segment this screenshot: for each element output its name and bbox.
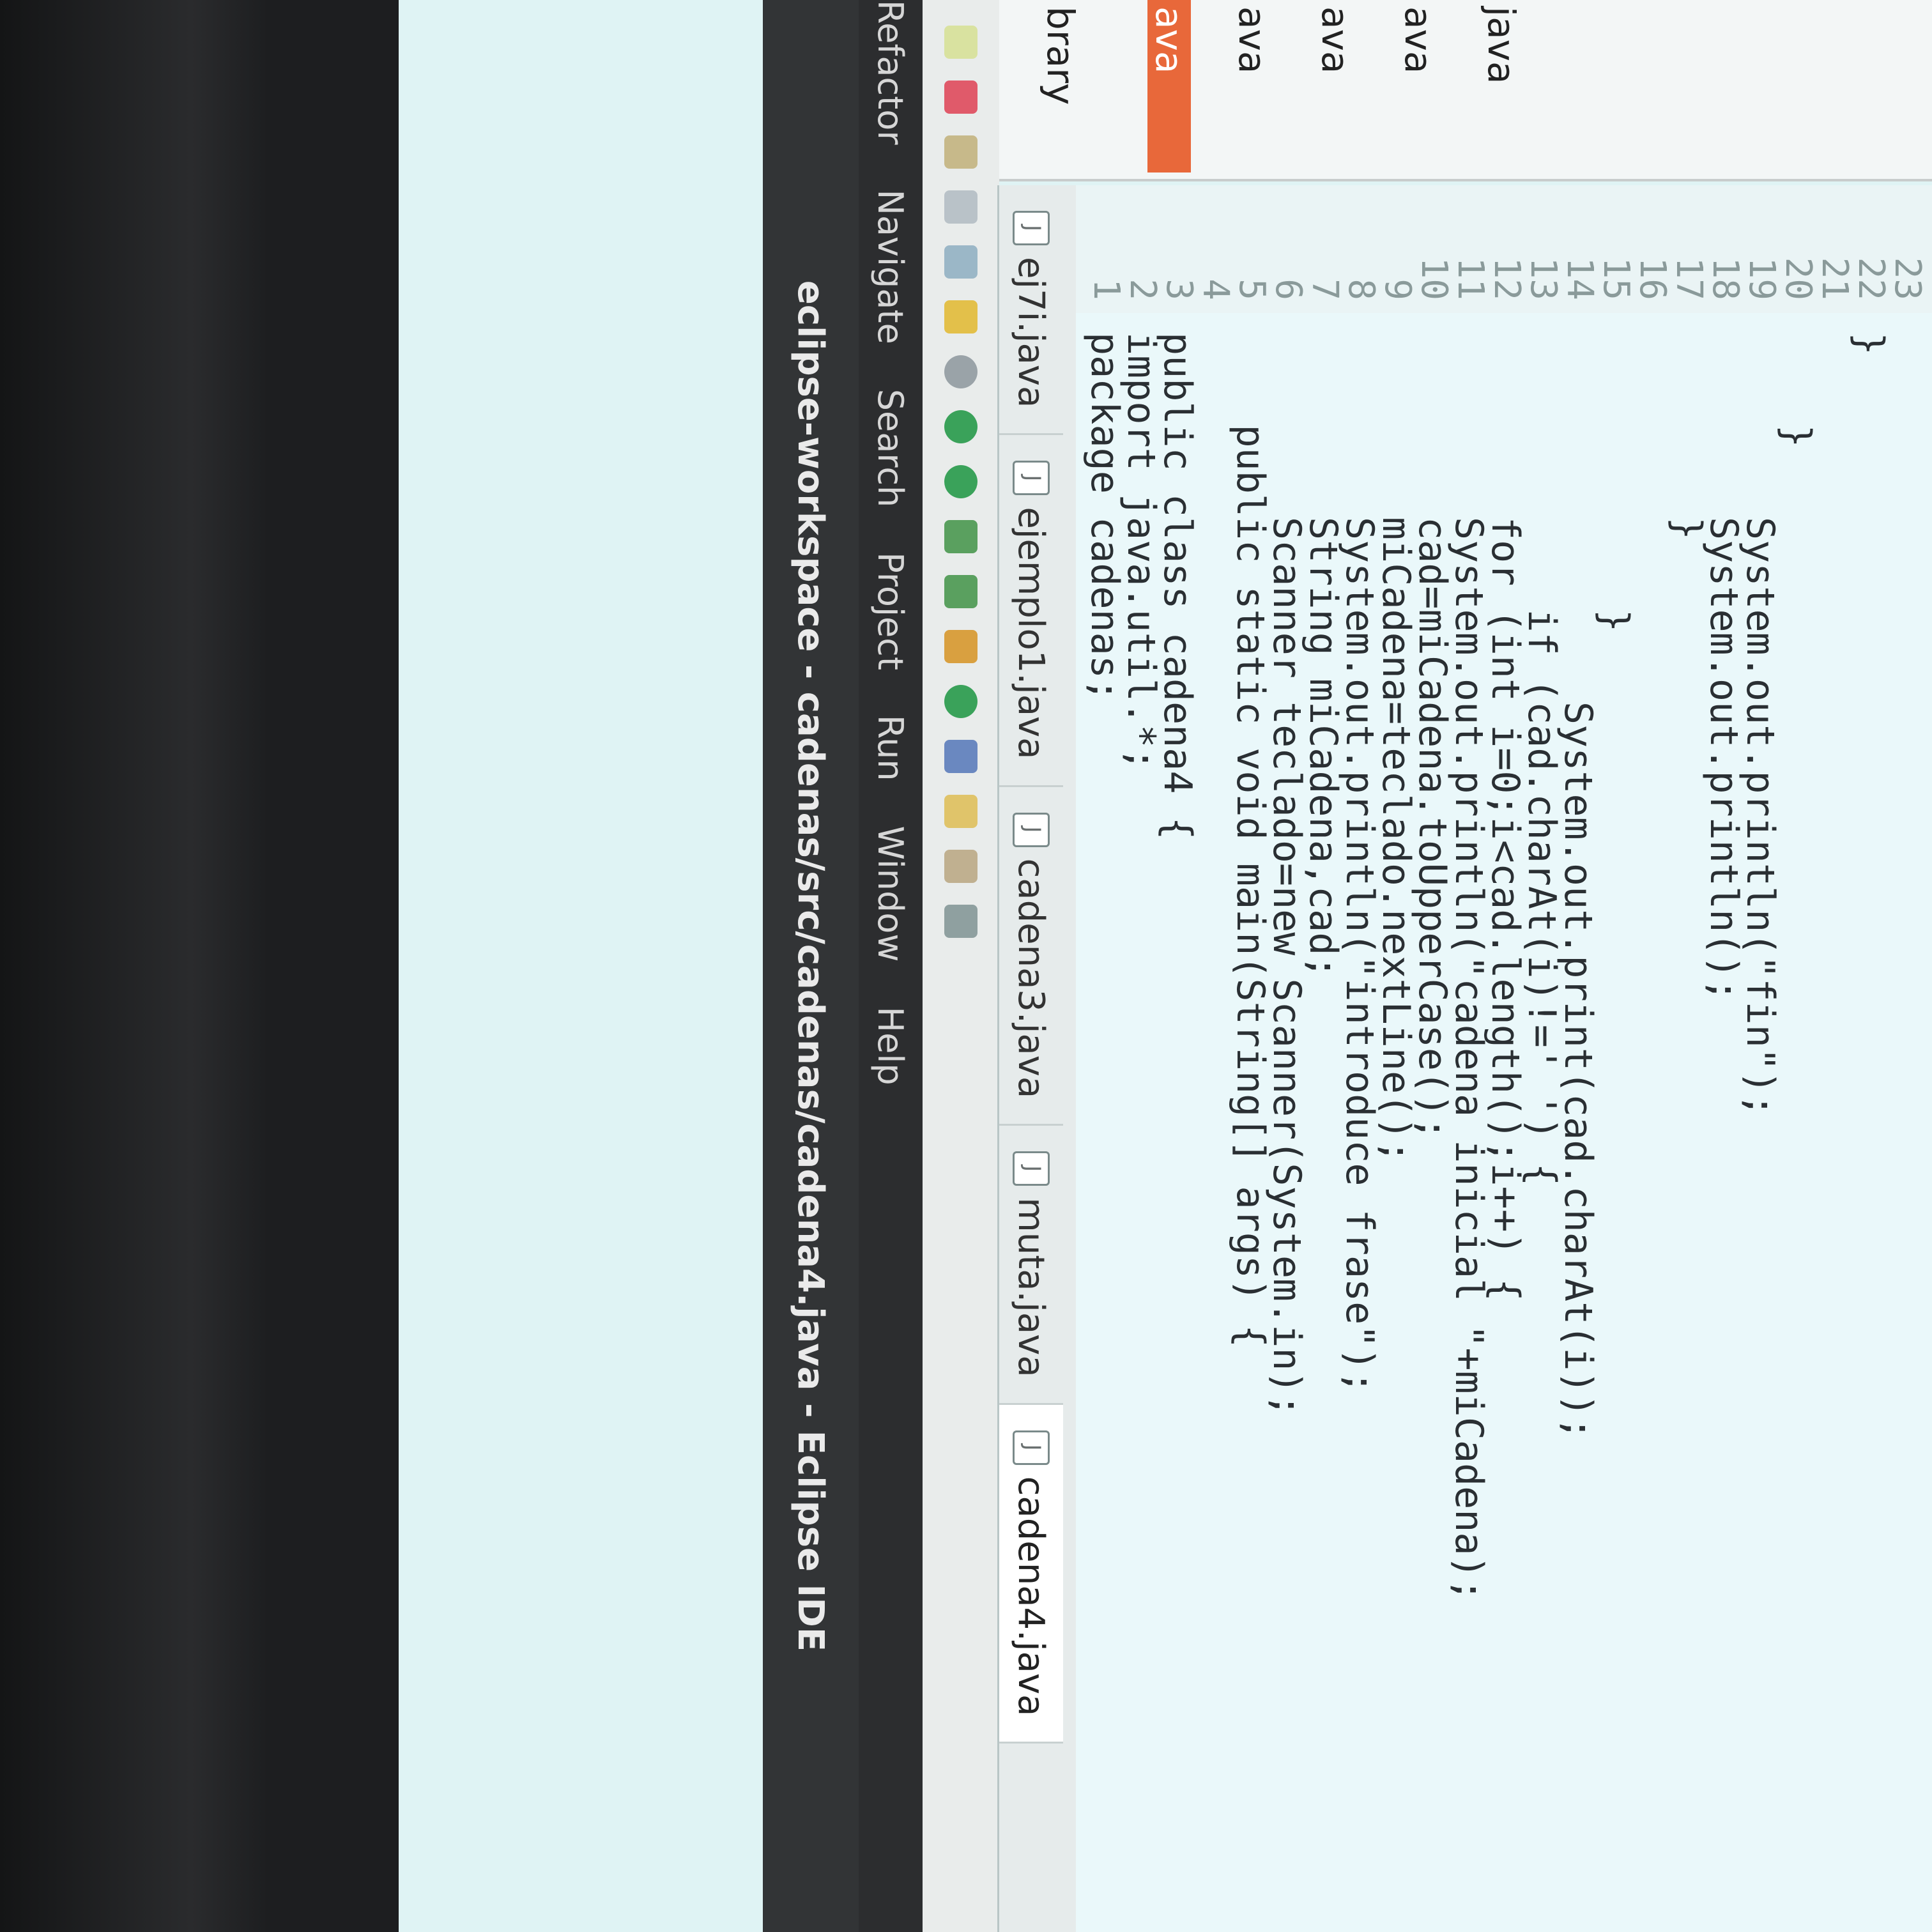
- line-number: 19: [1741, 257, 1782, 300]
- line-number: 22: [1850, 257, 1892, 300]
- window-title: eclipse-workspace - cadenas/src/cadenas/…: [790, 280, 832, 1652]
- sidebar-item[interactable]: java: [1480, 0, 1523, 172]
- line-number: 16: [1632, 257, 1673, 300]
- new-icon[interactable]: [944, 26, 977, 59]
- menu-help[interactable]: Help: [871, 1007, 911, 1085]
- pen-icon[interactable]: [944, 850, 977, 883]
- sidebar-item[interactable]: ava: [1397, 0, 1440, 172]
- coverage-icon[interactable]: [944, 520, 977, 553]
- code-line: }: [1592, 332, 1637, 632]
- run-icon[interactable]: [944, 465, 977, 498]
- pin-icon[interactable]: [944, 905, 977, 938]
- code-line: }: [1847, 332, 1892, 356]
- gear-icon[interactable]: [944, 355, 977, 388]
- toolbar: [923, 0, 999, 1932]
- line-number: 3: [1158, 279, 1200, 300]
- java-file-icon: J: [1013, 461, 1050, 496]
- menu-bar: Refactor Navigate Search Project Run Win…: [859, 0, 923, 1932]
- menu-search[interactable]: Search: [871, 389, 911, 508]
- line-number: 12: [1486, 257, 1528, 300]
- sidebar-item[interactable]: ava: [1314, 0, 1357, 172]
- menu-navigate[interactable]: Navigate: [871, 190, 911, 344]
- editor-tabs: Jej7i.java Jejemplo1.java Jcadena3.java …: [997, 185, 1076, 1932]
- line-number: 7: [1304, 279, 1346, 300]
- line-number: 18: [1705, 257, 1746, 300]
- line-number: 17: [1668, 257, 1710, 300]
- ide-window: eclipse-workspace - cadenas/src/cadenas/…: [399, 0, 1932, 1932]
- line-number: 2: [1122, 279, 1163, 300]
- new-class-icon[interactable]: [944, 685, 977, 718]
- java-file-icon: J: [1013, 211, 1050, 245]
- sidebar-item-library[interactable]: brary: [1039, 0, 1082, 172]
- print-icon[interactable]: [944, 245, 977, 279]
- code-line: }: [1774, 332, 1819, 448]
- code-line: public class cadena4 {: [1155, 332, 1200, 840]
- code-editor[interactable]: 1 2 3 4 5 6 7 8 9 10 11 12 13 14 15 16 17 18 19 20 21 22 23 pa…: [1076, 185, 1932, 1932]
- tab-cadena4[interactable]: Jcadena4.java: [999, 1404, 1063, 1744]
- package-icon[interactable]: [944, 135, 977, 169]
- menu-refactor[interactable]: Refactor: [871, 0, 911, 145]
- line-number: 23: [1887, 257, 1928, 300]
- code-line: System.out.println("fin");: [1738, 332, 1782, 1117]
- line-number: 21: [1814, 257, 1855, 300]
- java-file-icon: J: [1013, 1151, 1050, 1186]
- tab-muta[interactable]: Jmuta.java: [999, 1126, 1063, 1405]
- window-title-bar: eclipse-workspace - cadenas/src/cadenas/…: [763, 0, 859, 1932]
- wand-icon[interactable]: [944, 300, 977, 334]
- java-file-icon: J: [1013, 1430, 1050, 1465]
- line-number: 1: [1085, 279, 1127, 300]
- line-number: 4: [1195, 279, 1236, 300]
- line-number: 14: [1559, 257, 1600, 300]
- package-explorer: brary ava ava ava ava java: [999, 0, 1932, 181]
- stop-icon[interactable]: [944, 80, 977, 114]
- line-number: 15: [1595, 257, 1637, 300]
- tab-cadena3[interactable]: Jcadena3.java: [999, 786, 1063, 1126]
- new-package-icon[interactable]: [944, 630, 977, 663]
- line-number: 10: [1413, 257, 1455, 300]
- line-number: 8: [1340, 279, 1382, 300]
- menu-window[interactable]: Window: [871, 826, 911, 962]
- line-number: 20: [1777, 257, 1819, 300]
- sidebar-item[interactable]: ava: [1230, 0, 1274, 172]
- line-number: 13: [1522, 257, 1564, 300]
- sidebar-item-selected[interactable]: ava: [1147, 0, 1191, 172]
- line-number: 11: [1450, 257, 1491, 300]
- debug-icon[interactable]: [944, 410, 977, 443]
- build-icon[interactable]: [944, 190, 977, 224]
- line-number: 9: [1377, 279, 1418, 300]
- open-type-icon[interactable]: [944, 740, 977, 773]
- menu-run[interactable]: Run: [871, 715, 911, 781]
- line-number-gutter: 1 2 3 4 5 6 7 8 9 10 11 12 13 14 15 16 17 18 19 20 21 22 23: [1076, 185, 1932, 313]
- open-folder-icon[interactable]: [944, 795, 977, 828]
- photo-frame: eclipse-workspace - cadenas/src/cadenas/…: [0, 0, 1932, 1932]
- line-number: 5: [1231, 279, 1273, 300]
- java-file-icon: J: [1013, 812, 1050, 847]
- tab-ej7i[interactable]: Jej7i.java: [999, 185, 1063, 436]
- external-tools-icon[interactable]: [944, 575, 977, 608]
- menu-project[interactable]: Project: [871, 552, 911, 670]
- tab-ejemplo1[interactable]: Jejemplo1.java: [999, 435, 1063, 787]
- line-number: 6: [1268, 279, 1309, 300]
